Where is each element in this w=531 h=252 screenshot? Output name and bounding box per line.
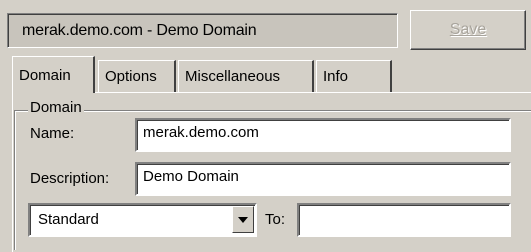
tab-info-label: Info	[323, 68, 349, 85]
domain-title-field: merak.demo.com - Demo Domain	[7, 13, 398, 48]
tab-miscellaneous-label: Miscellaneous	[185, 68, 281, 85]
tab-options[interactable]: Options	[98, 60, 176, 92]
tab-domain[interactable]: Domain	[12, 56, 95, 93]
domain-type-value: Standard	[38, 211, 99, 228]
domain-title: merak.demo.com - Demo Domain	[22, 22, 257, 39]
tab-domain-label: Domain	[19, 66, 71, 84]
name-field[interactable]: merak.demo.com	[135, 118, 511, 152]
dropdown-button[interactable]	[232, 206, 254, 233]
to-label: To:	[265, 211, 286, 228]
tab-info[interactable]: Info	[316, 60, 392, 92]
chevron-down-icon	[238, 216, 248, 223]
name-label: Name:	[30, 125, 75, 142]
to-field[interactable]	[297, 203, 511, 237]
save-button-label: Save	[449, 21, 487, 38]
description-label: Description:	[30, 170, 110, 187]
domain-type-select[interactable]: Standard	[28, 203, 257, 237]
name-field-value: merak.demo.com	[143, 124, 259, 141]
domain-group-label: Domain	[28, 99, 84, 116]
tab-miscellaneous[interactable]: Miscellaneous	[178, 60, 314, 92]
tab-options-label: Options	[105, 68, 157, 85]
description-field-value: Demo Domain	[143, 168, 239, 185]
save-button[interactable]: Save	[410, 10, 526, 50]
description-field[interactable]: Demo Domain	[135, 162, 511, 196]
